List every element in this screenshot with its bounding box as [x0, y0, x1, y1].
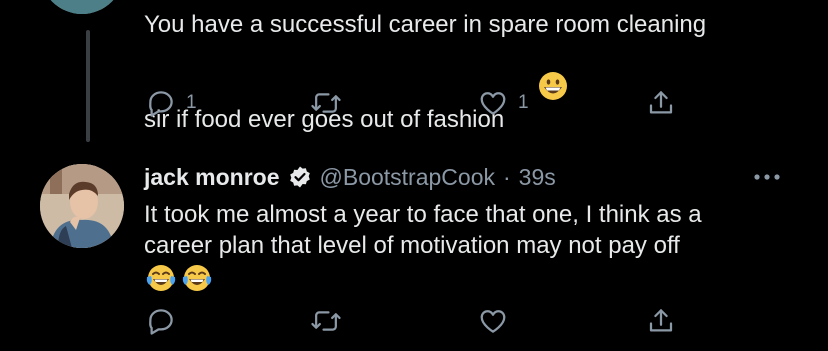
emoji-row [146, 263, 212, 298]
like-button[interactable] [478, 306, 508, 336]
retweet-button[interactable] [310, 88, 342, 118]
reply-button[interactable]: 1 [146, 88, 197, 118]
reply-icon [149, 309, 173, 335]
reply-icon [149, 91, 173, 117]
share-button[interactable] [646, 88, 676, 118]
tweet-header: jack monroe @BootstrapCook · 39s [144, 162, 556, 192]
reply-count: 1 [186, 92, 197, 113]
like-button[interactable]: 1 [478, 88, 529, 118]
user-handle[interactable]: @BootstrapCook [320, 164, 496, 191]
heart-icon [480, 310, 506, 333]
share-icon [649, 91, 673, 114]
share-icon [649, 309, 673, 332]
tweet-actions [0, 306, 828, 340]
share-button[interactable] [646, 306, 676, 336]
tweet-text: It took me almost a year to face that on… [144, 201, 702, 259]
avatar[interactable] [40, 164, 124, 248]
retweet-icon [311, 93, 341, 113]
tweet-actions: 1 1 [0, 88, 828, 122]
heart-icon [480, 92, 506, 115]
face-with-tears-of-joy-emoji-icon [146, 263, 176, 298]
face-with-tears-of-joy-emoji-icon [182, 263, 212, 298]
verified-badge-icon [288, 165, 312, 189]
display-name[interactable]: jack monroe [144, 164, 280, 191]
more-options-button[interactable] [752, 170, 782, 188]
avatar-previous[interactable] [40, 0, 124, 14]
thread-line [86, 30, 90, 142]
separator-dot: · [503, 163, 511, 190]
retweet-icon [311, 311, 341, 331]
retweet-button[interactable] [310, 306, 342, 336]
reply-button[interactable] [146, 306, 176, 336]
timestamp[interactable]: 39s [519, 164, 556, 191]
like-count: 1 [518, 92, 529, 113]
more-horizontal-icon [754, 174, 780, 180]
